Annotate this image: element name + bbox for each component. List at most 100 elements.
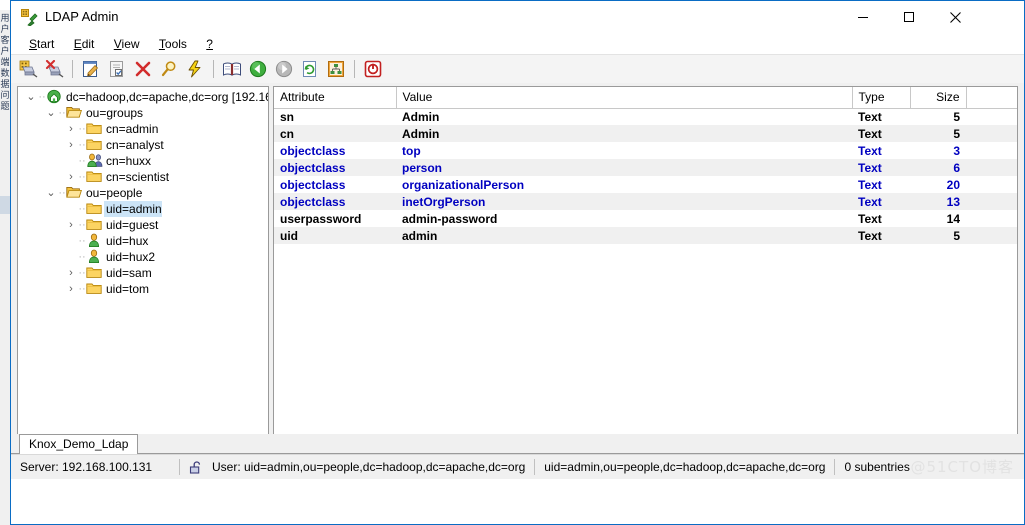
- tree-expander-icon[interactable]: ›: [64, 281, 78, 297]
- cell-filler[interactable]: [966, 210, 1017, 227]
- table-row[interactable]: objectclass top Text 3: [274, 142, 1017, 159]
- cell-type[interactable]: Text: [852, 142, 910, 159]
- tree-node-label[interactable]: cn=analyst: [104, 137, 164, 153]
- table-row[interactable]: userpassword admin-password Text 14: [274, 210, 1017, 227]
- tree-expander-icon[interactable]: ⌄: [44, 185, 58, 201]
- menu-item-edit[interactable]: Edit: [66, 34, 103, 54]
- tree-node-label[interactable]: uid=hux: [104, 233, 148, 249]
- tree-expander-icon[interactable]: ⌄: [44, 105, 58, 121]
- delete-entry-icon[interactable]: [130, 57, 156, 81]
- cell-size[interactable]: 14: [910, 210, 966, 227]
- tree-expander-icon[interactable]: ›: [64, 169, 78, 185]
- cell-filler[interactable]: [966, 227, 1017, 244]
- disconnect-server-icon[interactable]: [41, 57, 67, 81]
- tree-node-label[interactable]: dc=hadoop,dc=apache,dc=org [192.168.1: [64, 89, 268, 105]
- tree-node-label[interactable]: uid=sam: [104, 265, 152, 281]
- cell-type[interactable]: Text: [852, 193, 910, 210]
- cell-size[interactable]: 6: [910, 159, 966, 176]
- tree-node[interactable]: › ·· cn=scientist: [18, 169, 268, 185]
- cell-type[interactable]: Text: [852, 227, 910, 244]
- directory-tree[interactable]: ⌄ ·· dc=hadoop,dc=apache,dc=org [192.168.1…: [18, 87, 268, 457]
- close-button[interactable]: [932, 1, 978, 33]
- minimize-button[interactable]: [840, 1, 886, 33]
- exit-icon[interactable]: [360, 57, 386, 81]
- cell-value[interactable]: admin: [396, 227, 852, 244]
- cell-filler[interactable]: [966, 176, 1017, 193]
- tree-expander-icon[interactable]: ›: [64, 121, 78, 137]
- cell-size[interactable]: 5: [910, 108, 966, 125]
- tree-node[interactable]: › ·· uid=guest: [18, 217, 268, 233]
- cell-value[interactable]: person: [396, 159, 852, 176]
- tree-expander-icon[interactable]: ›: [64, 217, 78, 233]
- tree-view-icon[interactable]: [323, 57, 349, 81]
- cell-attribute[interactable]: cn: [274, 125, 396, 142]
- search-icon[interactable]: [156, 57, 182, 81]
- table-row[interactable]: objectclass organizationalPerson Text 20: [274, 176, 1017, 193]
- cell-value[interactable]: inetOrgPerson: [396, 193, 852, 210]
- connect-server-icon[interactable]: [15, 57, 41, 81]
- tab-knox-demo-ldap[interactable]: Knox_Demo_Ldap: [19, 434, 139, 454]
- cell-value[interactable]: Admin: [396, 125, 852, 142]
- tree-node-label[interactable]: ou=groups: [84, 105, 143, 121]
- cell-type[interactable]: Text: [852, 125, 910, 142]
- column-header-value[interactable]: Value: [396, 87, 853, 109]
- new-entry-icon[interactable]: [104, 57, 130, 81]
- cell-size[interactable]: 20: [910, 176, 966, 193]
- cell-size[interactable]: 5: [910, 227, 966, 244]
- tree-node[interactable]: › ·· uid=tom: [18, 281, 268, 297]
- cell-filler[interactable]: [966, 108, 1017, 125]
- cell-value[interactable]: organizationalPerson: [396, 176, 852, 193]
- table-row[interactable]: cn Admin Text 5: [274, 125, 1017, 142]
- tree-node-label[interactable]: uid=admin: [104, 201, 162, 217]
- cell-size[interactable]: 13: [910, 193, 966, 210]
- table-row[interactable]: uid admin Text 5: [274, 227, 1017, 244]
- forward-icon[interactable]: [271, 57, 297, 81]
- tree-expander-icon[interactable]: ⌄: [24, 89, 38, 105]
- cell-attribute[interactable]: userpassword: [274, 210, 396, 227]
- tree-node[interactable]: ⌄ ·· ou=people: [18, 185, 268, 201]
- menu-item-start[interactable]: SStarttart: [21, 34, 62, 54]
- cell-attribute[interactable]: objectclass: [274, 142, 396, 159]
- menu-item-tools[interactable]: Tools: [151, 34, 195, 54]
- column-header-attribute[interactable]: Attribute: [274, 87, 397, 109]
- cell-value[interactable]: Admin: [396, 108, 852, 125]
- cell-type[interactable]: Text: [852, 159, 910, 176]
- maximize-button[interactable]: [886, 1, 932, 33]
- back-icon[interactable]: [245, 57, 271, 81]
- cell-value[interactable]: top: [396, 142, 852, 159]
- cell-attribute[interactable]: uid: [274, 227, 396, 244]
- table-row[interactable]: objectclass person Text 6: [274, 159, 1017, 176]
- tree-node-label[interactable]: cn=huxx: [104, 153, 151, 169]
- tree-node-label[interactable]: ou=people: [84, 185, 142, 201]
- tree-node[interactable]: ·· cn=huxx: [18, 153, 268, 169]
- table-row[interactable]: sn Admin Text 5: [274, 108, 1017, 125]
- edit-entry-icon[interactable]: [78, 57, 104, 81]
- cell-type[interactable]: Text: [852, 108, 910, 125]
- schema-book-icon[interactable]: [219, 57, 245, 81]
- cell-attribute[interactable]: objectclass: [274, 193, 396, 210]
- tree-node[interactable]: › ·· cn=analyst: [18, 137, 268, 153]
- cell-type[interactable]: Text: [852, 210, 910, 227]
- cell-value[interactable]: admin-password: [396, 210, 852, 227]
- tree-node[interactable]: ⌄ ·· dc=hadoop,dc=apache,dc=org [192.168.1: [18, 89, 268, 105]
- tree-expander-icon[interactable]: ›: [64, 137, 78, 153]
- cell-attribute[interactable]: sn: [274, 108, 396, 125]
- cell-type[interactable]: Text: [852, 176, 910, 193]
- tree-node-label[interactable]: cn=admin: [104, 121, 158, 137]
- cell-filler[interactable]: [966, 142, 1017, 159]
- cell-filler[interactable]: [966, 125, 1017, 142]
- cell-attribute[interactable]: objectclass: [274, 176, 396, 193]
- tree-node[interactable]: › ·· uid=sam: [18, 265, 268, 281]
- tree-node-label[interactable]: uid=hux2: [104, 249, 155, 265]
- tree-node-label[interactable]: cn=scientist: [104, 169, 169, 185]
- cell-size[interactable]: 3: [910, 142, 966, 159]
- tree-node[interactable]: ·· uid=hux2: [18, 249, 268, 265]
- tree-node[interactable]: ⌄ ·· ou=groups: [18, 105, 268, 121]
- refresh-icon[interactable]: [297, 57, 323, 81]
- menu-item-help[interactable]: ?: [198, 34, 221, 54]
- column-header-type[interactable]: Type: [852, 87, 911, 109]
- menu-item-view[interactable]: View: [106, 34, 148, 54]
- cell-filler[interactable]: [966, 159, 1017, 176]
- cell-size[interactable]: 5: [910, 125, 966, 142]
- tree-expander-icon[interactable]: ›: [64, 265, 78, 281]
